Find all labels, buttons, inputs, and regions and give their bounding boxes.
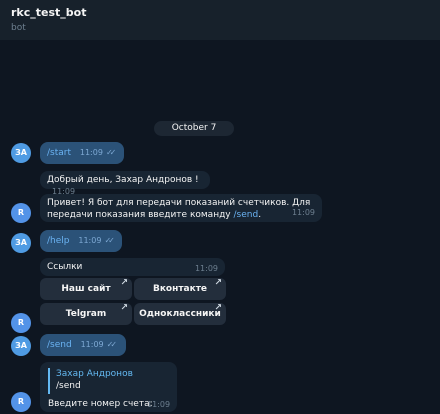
message-send[interactable]: /send 11:09 ✓✓ [40,334,126,356]
chat-subtitle: bot [11,23,26,33]
user-avatar[interactable]: ЗА [11,233,31,253]
inline-button-label: Одноклассники [139,309,221,319]
message-help[interactable]: /help 11:09 ✓✓ [40,230,122,252]
read-checks-icon: ✓✓ [105,148,117,157]
user-avatar[interactable]: ЗА [11,336,31,356]
external-link-icon: ↗ [120,278,128,288]
message-time: 11:09 [79,148,103,157]
external-link-icon: ↗ [120,303,128,313]
inline-button-label: Наш сайт [61,284,111,294]
reply-author: Захар Андронов [56,369,133,379]
message-text: /start [47,148,71,158]
date-separator: October 7 [154,121,234,136]
inline-button-vkontakte[interactable]: Вконтакте ↗ [134,278,226,300]
message-time: 11:09 [291,208,315,217]
inline-button-label: Вконтакте [152,284,208,294]
reply-text: /send [56,381,81,391]
external-link-icon: ↗ [214,278,222,288]
message-time: 11:09 [78,236,102,245]
send-command-link[interactable]: /send [234,210,259,220]
external-link-icon: ↗ [214,303,222,313]
inline-button-our-site[interactable]: Наш сайт ↗ [40,278,132,300]
message-intro[interactable]: Привет! Я бот для передачи показаний сче… [40,194,322,222]
message-start[interactable]: /start 11:09 ✓✓ [40,142,124,164]
message-links[interactable]: Ссылки 11:09 [40,258,225,276]
inline-button-label: Telgram [65,309,107,319]
message-text: /send [47,340,72,350]
bot-avatar[interactable]: R [11,313,31,333]
message-text: Введите номер счета: [48,399,153,409]
read-checks-icon: ✓✓ [104,236,115,245]
inline-button-telegram[interactable]: Telgram ↗ [40,303,132,325]
user-avatar[interactable]: ЗА [11,143,31,163]
chat-header[interactable]: rkc_test_bot bot [0,0,440,40]
bot-avatar[interactable]: R [11,203,31,223]
message-line-2-end: . [258,210,262,220]
reply-quote[interactable]: Захар Андронов /send [48,368,168,394]
read-checks-icon: ✓✓ [106,340,118,349]
bot-avatar[interactable]: R [11,392,31,412]
message-greeting[interactable]: Добрый день, Захар Андронов ! 11:09 [40,171,210,196]
message-time: 11:09 [80,340,104,349]
chat-title: rkc_test_bot [11,6,87,19]
message-text: Добрый день, Захар Андронов ! [47,175,199,185]
message-line-2: передачи показания введите команду [47,210,234,220]
message-time: 11:09 [147,400,171,409]
inline-button-odnoklassniki[interactable]: Одноклассники ↗ [134,303,226,325]
message-text: Ссылки [47,262,83,272]
message-line-1: Привет! Я бот для передачи показаний сче… [47,198,311,208]
message-text: /help [47,236,70,246]
